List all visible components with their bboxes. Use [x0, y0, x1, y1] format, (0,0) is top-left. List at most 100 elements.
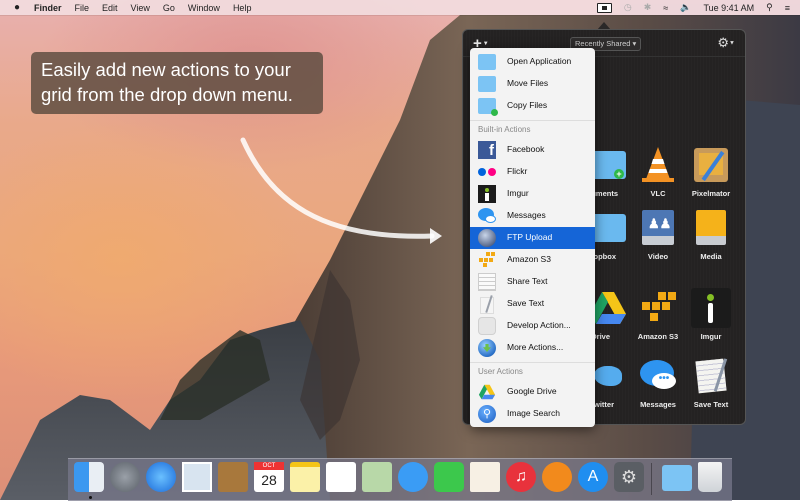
notepad-pencil-icon: [691, 356, 731, 396]
menu-item-share-text[interactable]: Share Text: [470, 271, 595, 293]
folder-icon: [478, 76, 496, 92]
menu-window[interactable]: Window: [188, 3, 220, 13]
messages-bubble-icon: •••: [638, 356, 678, 396]
menu-item-label: Facebook: [507, 144, 545, 154]
menu-item-label: Amazon S3: [507, 254, 551, 264]
bluetooth-icon[interactable]: ✱: [644, 2, 652, 13]
menu-item-facebook[interactable]: f Facebook: [470, 139, 595, 161]
dock-app-store-icon[interactable]: A: [578, 462, 608, 492]
grid-label: Media: [700, 252, 722, 261]
flickr-icon: [478, 163, 496, 181]
time-machine-icon[interactable]: ◷: [624, 2, 632, 13]
menu-item-image-search[interactable]: ⚲ Image Search: [470, 403, 595, 425]
running-indicator: [89, 496, 92, 499]
menu-item-label: Flickr: [507, 166, 528, 176]
menu-go[interactable]: Go: [163, 3, 175, 13]
section-header-built-in: Built-in Actions: [478, 125, 531, 134]
menu-file[interactable]: File: [75, 3, 90, 13]
menu-item-label: Save Text: [507, 298, 545, 308]
calendar-month: OCT: [254, 462, 284, 470]
menu-item-google-drive[interactable]: Google Drive: [470, 381, 595, 403]
screen-share-icon[interactable]: [596, 2, 612, 13]
notification-center-icon[interactable]: ≡: [785, 3, 790, 13]
grid-item-pixelmator[interactable]: Pixelmator: [679, 145, 743, 198]
menu-item-save-text[interactable]: Save Text: [470, 293, 595, 315]
menu-item-amazon-s3[interactable]: Amazon S3: [470, 249, 595, 271]
menu-item-label: Move Files: [507, 78, 549, 88]
grid-label: Pixelmator: [691, 189, 731, 198]
menu-item-label: Imgur: [507, 188, 529, 198]
wifi-icon[interactable]: ≈: [663, 3, 668, 13]
dock-contacts-icon[interactable]: [218, 462, 248, 492]
chevron-down-icon: ▼: [482, 41, 489, 48]
menu-help[interactable]: Help: [233, 3, 252, 13]
dock-messages-icon[interactable]: [398, 462, 428, 492]
dock-facetime-icon[interactable]: [434, 462, 464, 492]
amazon-s3-icon: [638, 288, 678, 328]
vlc-cone-icon: [638, 145, 678, 185]
google-drive-icon: [478, 383, 496, 401]
dock-notes-icon[interactable]: [290, 462, 320, 492]
grid-item-save-text[interactable]: Save Text: [679, 356, 743, 409]
spotlight-icon[interactable]: ⚲: [766, 2, 773, 13]
menu-item-label: Copy Files: [507, 100, 548, 110]
imgur-icon: [691, 288, 731, 328]
settings-button[interactable]: ⚙▼: [717, 35, 735, 51]
dock-safari-icon[interactable]: [146, 462, 176, 492]
facebook-icon: f: [478, 141, 496, 159]
menu-item-ftp-upload[interactable]: FTP Upload: [470, 227, 595, 249]
menu-item-imgur[interactable]: Imgur: [470, 183, 595, 205]
clock[interactable]: Tue 9:41 AM: [703, 3, 754, 13]
section-header-user: User Actions: [478, 367, 523, 376]
messages-icon: [478, 207, 496, 225]
menu-separator: [470, 120, 595, 121]
dock-trash-icon[interactable]: [698, 462, 722, 492]
pencil-icon: [478, 295, 496, 314]
menu-item-develop-action[interactable]: Develop Action...: [470, 315, 595, 337]
grid-item-imgur[interactable]: Imgur: [679, 288, 743, 341]
menu-edit[interactable]: Edit: [102, 3, 118, 13]
menu-item-messages[interactable]: Messages: [470, 205, 595, 227]
download-globe-icon: [478, 339, 496, 357]
add-action-dropdown-menu: Open Application Move Files Copy Files B…: [470, 48, 595, 427]
dock-launchpad-icon[interactable]: [110, 462, 140, 492]
pixelmator-icon: [691, 145, 731, 185]
folder-plus-icon: [478, 98, 498, 116]
menu-separator: [470, 362, 595, 363]
grid-item-media[interactable]: Media: [679, 208, 743, 261]
callout-line-2: grid from the drop down menu.: [41, 84, 293, 105]
chevron-down-icon: ▼: [729, 40, 735, 47]
menu-item-open-application[interactable]: Open Application: [470, 51, 595, 73]
menu-item-move-files[interactable]: Move Files: [470, 73, 595, 95]
menu-item-label: Share Text: [507, 276, 548, 286]
volume-icon[interactable]: 🔈: [680, 2, 691, 13]
dock-reminders-icon[interactable]: [326, 462, 356, 492]
menu-bar: ● Finder File Edit View Go Window Help ◷…: [0, 0, 800, 15]
apple-menu-icon[interactable]: ●: [14, 2, 26, 13]
network-drive-icon: ♟♟: [638, 208, 678, 248]
dock-mail-icon[interactable]: [182, 462, 212, 492]
menu-item-label: Open Application: [507, 56, 572, 66]
menu-item-label: Messages: [507, 210, 546, 220]
text-document-icon: [478, 273, 496, 291]
dock-pages-icon[interactable]: [470, 462, 500, 492]
menu-item-label: Google Drive: [507, 386, 557, 396]
dock-maps-icon[interactable]: [362, 462, 392, 492]
callout-line-1: Easily add new actions to your: [41, 59, 291, 80]
menu-item-flickr[interactable]: Flickr: [470, 161, 595, 183]
develop-box-icon: [478, 317, 496, 335]
dock-calendar-icon[interactable]: OCT 28: [254, 462, 284, 492]
dock-finder-icon[interactable]: [74, 462, 104, 492]
dock-system-preferences-icon[interactable]: ⚙: [614, 462, 644, 492]
app-menu-finder[interactable]: Finder: [34, 3, 62, 13]
dock-ibooks-icon[interactable]: [542, 462, 572, 492]
menu-view[interactable]: View: [131, 3, 150, 13]
dock-downloads-folder-icon[interactable]: [662, 465, 692, 491]
grid-label: Save Text: [693, 400, 729, 409]
dock-itunes-icon[interactable]: ♫: [506, 462, 536, 492]
menu-item-more-actions[interactable]: More Actions...: [470, 337, 595, 359]
dropdown-label: Recently Shared: [575, 39, 631, 48]
imgur-icon: [478, 185, 496, 203]
gear-icon: ⚙: [717, 35, 730, 50]
menu-item-copy-files[interactable]: Copy Files: [470, 95, 595, 117]
